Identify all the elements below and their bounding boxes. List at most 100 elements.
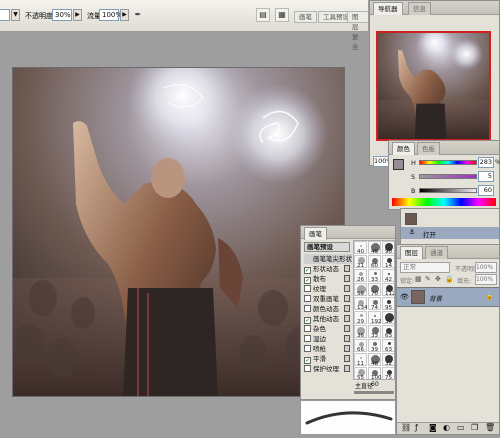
history-item[interactable]: ⚓ 打开 (401, 227, 499, 239)
brush-tip[interactable]: 40 (354, 241, 367, 255)
brush-tip[interactable]: 90 (382, 241, 394, 255)
brush-tip[interactable]: 33 (368, 269, 381, 283)
master-diameter-slider[interactable] (354, 391, 394, 394)
brush-tip[interactable]: 14 (382, 255, 394, 269)
visibility-eye-icon[interactable]: 👁 (400, 293, 409, 301)
brush-option-row[interactable]: 喷枪 (304, 344, 352, 354)
s-slider[interactable] (419, 174, 477, 179)
brush-tip[interactable]: 36 (382, 311, 394, 325)
brush-tip[interactable]: 26 (354, 269, 367, 283)
brush-option-lock-icon[interactable] (344, 295, 350, 302)
new-layer-icon[interactable]: ❐ (471, 423, 478, 432)
brush-tip[interactable]: 192 (368, 311, 382, 325)
brush-option-lock-icon[interactable] (344, 315, 350, 322)
link-layers-icon[interactable]: ⛓ (401, 423, 411, 432)
document-canvas[interactable] (12, 67, 345, 397)
brush-option-row[interactable]: 杂色 (304, 324, 352, 334)
brush-option-checkbox[interactable]: ✓ (304, 267, 311, 274)
brush-option-row[interactable]: ✓ 平滑 (304, 354, 352, 364)
brush-tip[interactable]: 45 (368, 241, 381, 255)
brush-option-lock-icon[interactable] (344, 305, 350, 312)
brush-tip[interactable]: 66 (354, 339, 367, 353)
brush-option-lock-icon[interactable] (344, 265, 350, 272)
brush-tip[interactable]: 134 (354, 297, 368, 311)
flow-arrow[interactable]: ▶ (120, 9, 129, 21)
opacity-arrow[interactable]: ▶ (73, 9, 82, 21)
opacity-field[interactable]: 30% (52, 9, 72, 21)
tab-brushes-well[interactable]: 画笔 (294, 11, 317, 23)
tab-swatches[interactable]: 色板 (417, 142, 440, 155)
brush-option-lock-icon[interactable] (344, 285, 350, 292)
brush-tip[interactable]: 33 (368, 325, 381, 339)
brush-tip[interactable]: 112 (382, 283, 394, 297)
lock-position-icon[interactable]: ✥ (435, 275, 441, 283)
palette-icon[interactable]: ▦ (275, 8, 289, 22)
foreground-color-swatch[interactable] (393, 159, 404, 170)
lock-transparency-icon[interactable]: ▦ (415, 275, 422, 283)
brush-tip[interactable]: 36 (354, 325, 367, 339)
brush-tip[interactable]: 100 (368, 367, 382, 379)
brush-tip[interactable]: 48 (368, 353, 381, 367)
brush-tip[interactable]: 70 (368, 283, 381, 297)
h-slider[interactable] (419, 160, 477, 165)
brush-option-checkbox[interactable] (304, 295, 311, 302)
brush-option-row[interactable]: 纹理 (304, 284, 352, 294)
brush-option-row[interactable]: 保护纹理 (304, 364, 352, 374)
brush-option-checkbox[interactable]: ✓ (304, 357, 311, 364)
brush-option-checkbox[interactable] (304, 365, 311, 372)
brush-tip[interactable]: 21 (354, 255, 367, 269)
brush-presets-header[interactable]: 画笔预设 (304, 242, 350, 252)
layer-style-icon[interactable]: ƒ (415, 423, 418, 432)
brush-option-row[interactable]: 双重画笔 (304, 294, 352, 304)
brush-option-row[interactable]: ✓ 其他动态 (304, 314, 352, 324)
mode-dropdown-arrow[interactable]: ▼ (11, 9, 20, 21)
b-slider[interactable] (419, 188, 477, 193)
tab-info[interactable]: 信息 (408, 2, 431, 15)
lock-image-icon[interactable]: ✎ (425, 275, 431, 283)
color-ramp[interactable] (392, 198, 496, 206)
mode-field[interactable] (0, 9, 10, 21)
brush-tip[interactable]: 75 (382, 367, 394, 379)
brush-tip[interactable]: 55 (354, 283, 367, 297)
brush-option-checkbox[interactable] (304, 335, 311, 342)
delete-layer-icon[interactable]: 🗑 (485, 423, 495, 432)
brush-option-lock-icon[interactable] (344, 325, 350, 332)
brush-option-checkbox[interactable] (304, 305, 311, 312)
brush-option-lock-icon[interactable] (344, 275, 350, 282)
airbrush-icon[interactable]: ✒ (131, 8, 145, 22)
add-mask-icon[interactable]: ◙ (429, 423, 437, 432)
tab-channels[interactable]: 通道 (425, 246, 448, 259)
brush-option-lock-icon[interactable] (344, 365, 350, 372)
brush-tip[interactable]: 63 (382, 325, 394, 339)
tab-navigator[interactable]: 导航器 (373, 2, 403, 15)
fill-field[interactable]: 100% (475, 274, 497, 285)
brush-option-row[interactable]: 颜色动态 (304, 304, 352, 314)
blend-mode-select[interactable]: 正常 (400, 262, 450, 273)
file-browser-icon[interactable]: ▤ (256, 8, 270, 22)
brush-option-lock-icon[interactable] (344, 355, 350, 362)
brush-option-checkbox[interactable] (304, 285, 311, 292)
brush-option-checkbox[interactable] (304, 325, 311, 332)
tab-color[interactable]: 颜色 (392, 142, 415, 155)
brush-tip[interactable]: 63 (382, 339, 394, 353)
brush-tip[interactable]: 32 (382, 353, 394, 367)
brush-tip[interactable]: 55 (354, 367, 367, 379)
layer-opacity-field[interactable]: 100% (475, 262, 497, 273)
brush-tip[interactable]: 11 (354, 353, 367, 367)
new-group-icon[interactable]: ▭ (457, 423, 465, 432)
flow-field[interactable]: 100% (99, 9, 122, 21)
brush-option-row[interactable]: ✓ 形状动态 (304, 264, 352, 274)
layer-row-background[interactable]: 👁 背景 🔒 (397, 287, 499, 307)
brush-option-checkbox[interactable]: ✓ (304, 277, 311, 284)
brush-option-row[interactable]: ✓ 散布 (304, 274, 352, 284)
navigator-zoom-field[interactable]: 100% (373, 156, 393, 167)
brush-option-checkbox[interactable]: ✓ (304, 317, 311, 324)
s-value-field[interactable]: 5 (478, 171, 494, 182)
tab-layers[interactable]: 图层 (400, 246, 423, 259)
brush-tip[interactable]: 39 (368, 339, 381, 353)
h-value-field[interactable]: 283 (478, 157, 494, 168)
brush-tip[interactable]: 29 (354, 311, 367, 325)
b-value-field[interactable]: 60 (478, 185, 494, 196)
lock-all-icon[interactable]: 🔒 (445, 275, 454, 283)
brush-option-row[interactable]: 画笔笔尖形状 (304, 254, 352, 264)
